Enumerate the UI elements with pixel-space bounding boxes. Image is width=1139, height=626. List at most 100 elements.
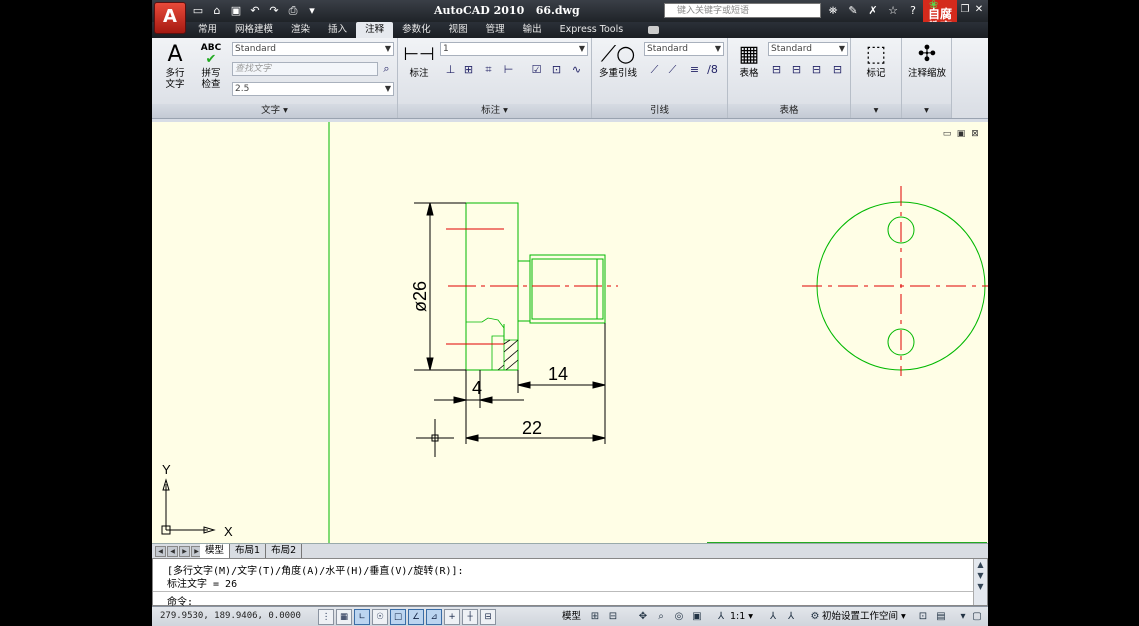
help-search-input[interactable]: 键入关键字或短语 [664, 3, 821, 18]
restore-icon[interactable]: ❐ [960, 3, 970, 17]
dim-oblique-icon[interactable]: ∿ [568, 62, 585, 77]
upload-data-icon[interactable]: ⊟ [829, 62, 846, 77]
ortho-toggle-icon[interactable]: ∟ [354, 609, 370, 625]
find-text-input[interactable]: 查找文字 [232, 62, 378, 76]
new-file-icon[interactable]: ▭ [190, 3, 206, 19]
osnap-toggle-icon[interactable]: □ [390, 609, 406, 625]
save-icon[interactable]: ▣ [228, 3, 244, 19]
prev-layout-icon[interactable]: ◀ [167, 546, 178, 557]
layout-tab-0[interactable]: 模型 [200, 544, 231, 558]
layout-tab-1[interactable]: 布局1 [230, 544, 267, 558]
scroll-up-icon[interactable]: ▲ [974, 559, 987, 570]
showmotion-icon[interactable]: ▣ [690, 610, 704, 624]
cursor-coordinates[interactable]: 279.9530, 189.9406, 0.0000 [160, 611, 301, 621]
cad-drawing[interactable]: ø26 4 14 22 Y X [152, 122, 988, 543]
dim-4-text[interactable]: 4 [472, 378, 482, 398]
annotation-visibility-icon[interactable]: ⅄ [766, 610, 780, 624]
dimension-button[interactable]: ⊢⊣ 标注 [400, 42, 438, 79]
application-menu-button[interactable]: A [154, 2, 186, 34]
annotation-scale-icon[interactable]: ⅄ [714, 610, 728, 624]
undo-icon[interactable]: ↶ [247, 3, 263, 19]
auto-scale-icon[interactable]: ⅄ [784, 610, 798, 624]
workspace-select[interactable]: 初始设置工作空间 ▾ [822, 610, 906, 624]
markup-panel-title[interactable]: ▾ [851, 104, 901, 118]
tab-0[interactable]: 常用 [189, 22, 226, 38]
grid-toggle-icon[interactable]: ▦ [336, 609, 352, 625]
tab-2[interactable]: 渲染 [282, 22, 319, 38]
close-icon[interactable]: ✕ [974, 3, 984, 17]
next-layout-icon[interactable]: ▶ [179, 546, 190, 557]
table-button[interactable]: ▦ 表格 [730, 42, 768, 79]
first-layout-icon[interactable]: ◀ [155, 546, 166, 557]
favorites-star-icon[interactable]: ☆ [886, 3, 900, 18]
scroll-down2-icon[interactable]: ▼ [974, 581, 987, 592]
wrench-icon[interactable]: ✎ [846, 3, 860, 18]
model-space-canvas[interactable]: ▭ ▣ ⊠ ø26 4 14 22 Y X [152, 122, 988, 543]
annotation-scale-select[interactable]: 1:1 ▾ [730, 610, 753, 624]
scroll-down-icon[interactable]: ▼ [974, 570, 987, 581]
redo-icon[interactable]: ↷ [266, 3, 282, 19]
tab-4[interactable]: 注释 [356, 22, 394, 38]
spell-check-button[interactable]: ABC ✔ 拼写 检查 [192, 42, 230, 90]
binoculars-icon[interactable]: ⛯ [826, 3, 840, 18]
lineweight-toggle-icon[interactable]: ┼ [462, 609, 478, 625]
align-leader-icon[interactable]: ≡ [686, 62, 703, 77]
hardware-accel-icon[interactable]: ▤ [934, 610, 948, 624]
text-height-select[interactable]: 2.5 ▼ [232, 82, 394, 96]
dim-override-icon[interactable]: ⊡ [548, 62, 565, 77]
layout-view-icon[interactable]: ⊞ [588, 610, 602, 624]
status-menu-icon[interactable]: ▾ [956, 610, 970, 624]
snap-toggle-icon[interactable]: ⋮ [318, 609, 334, 625]
dim-update-icon[interactable]: ☑ [528, 62, 545, 77]
layout-view2-icon[interactable]: ⊟ [606, 610, 620, 624]
tab-9[interactable]: Express Tools [551, 22, 633, 38]
find-replace-icon[interactable]: ⌕ [378, 61, 395, 76]
dim-jog-icon[interactable]: ⌗ [480, 62, 497, 77]
tab-8[interactable]: 输出 [514, 22, 551, 38]
extract-data-icon[interactable]: ⊟ [788, 62, 805, 77]
model-space-button[interactable]: 模型 [562, 610, 581, 624]
tab-1[interactable]: 网格建模 [226, 22, 282, 38]
tab-6[interactable]: 视图 [440, 22, 477, 38]
leader-style-select[interactable]: Standard ▼ [644, 42, 724, 56]
download-data-icon[interactable]: ⊟ [808, 62, 825, 77]
clean-screen-icon[interactable]: ▢ [970, 610, 984, 624]
qat-dropdown-icon[interactable]: ▾ [304, 3, 320, 19]
dyn-toggle-icon[interactable]: + [444, 609, 460, 625]
tab-7[interactable]: 管理 [477, 22, 514, 38]
ducs-toggle-icon[interactable]: ⊿ [426, 609, 442, 625]
print-icon[interactable]: ⎙ [285, 3, 301, 19]
tab-5[interactable]: 参数化 [393, 22, 440, 38]
zoom-icon[interactable]: ⌕ [654, 610, 668, 624]
command-scrollbar[interactable]: ▲ ▼ ▼ [973, 559, 987, 605]
tools-icon[interactable]: ✗ [866, 3, 880, 18]
polar-toggle-icon[interactable]: ☉ [372, 609, 388, 625]
dim-style-select[interactable]: 1 ▼ [440, 42, 588, 56]
dim-break-icon[interactable]: ⊥ [442, 62, 459, 77]
dim-continue-icon[interactable]: ⊢ [500, 62, 517, 77]
otrack-toggle-icon[interactable]: ∠ [408, 609, 424, 625]
qp-toggle-icon[interactable]: ⊟ [480, 609, 496, 625]
markup-button[interactable]: ⬚ 标记 [857, 42, 895, 79]
table-style-select[interactable]: Standard ▼ [768, 42, 848, 56]
steering-wheel-icon[interactable]: ◎ [672, 610, 686, 624]
help-icon[interactable]: ? [906, 3, 920, 18]
lock-icon[interactable]: ⊡ [916, 610, 930, 624]
text-panel-title[interactable]: 文字 ▾ [152, 104, 397, 118]
tab-3[interactable]: 插入 [319, 22, 356, 38]
multileader-button[interactable]: ⟋○ 多重引线 [596, 42, 640, 79]
link-data-icon[interactable]: ⊟ [768, 62, 785, 77]
dim-diameter-text[interactable]: ø26 [410, 281, 430, 312]
command-window[interactable]: [多行文字(M)/文字(T)/角度(A)/水平(H)/垂直(V)/旋转(R)]:… [152, 558, 988, 608]
text-style-select[interactable]: Standard ▼ [232, 42, 394, 56]
dimension-panel-title[interactable]: 标注 ▾ [398, 104, 591, 118]
annotation-scale-button[interactable]: ✣ 注释缩放 [904, 42, 950, 79]
dim-14-text[interactable]: 14 [548, 364, 568, 384]
mtext-button[interactable]: A 多行 文字 [156, 42, 194, 90]
layout-tab-2[interactable]: 布局2 [266, 544, 303, 558]
table-panel-title[interactable]: 表格 [728, 104, 850, 118]
open-file-icon[interactable]: ⌂ [209, 3, 225, 19]
scale-panel-title[interactable]: ▾ [902, 104, 951, 118]
workspace-gear-icon[interactable]: ⚙ [808, 610, 822, 624]
leader-panel-title[interactable]: 引线 [592, 104, 727, 118]
